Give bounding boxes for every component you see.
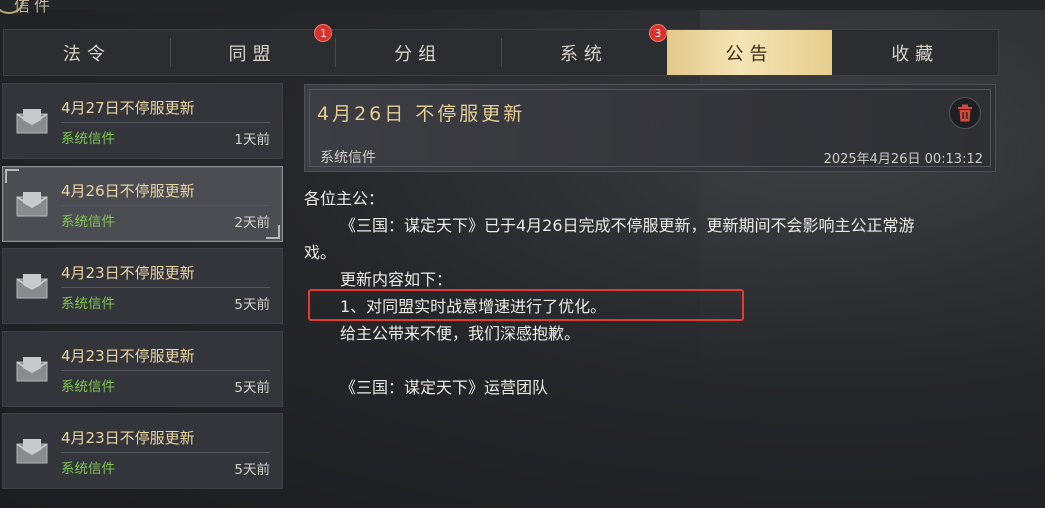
envelope-icon <box>16 274 48 299</box>
mail-sender: 系统信件 <box>61 213 115 230</box>
mail-time: 1天前 <box>234 132 270 148</box>
update-heading: 更新内容如下： <box>340 270 453 289</box>
envelope-icon <box>16 439 48 464</box>
mail-list: 4月27日不停服更新 系统信件 1天前 4月26日不停服更新 系统信件 2天前 … <box>2 83 283 496</box>
mail-list-item[interactable]: 4月27日不停服更新 系统信件 1天前 <box>2 83 283 159</box>
tab-label: 同盟 <box>228 43 277 65</box>
mail-sender: 系统信件 <box>61 131 115 147</box>
tab-system[interactable]: 系统 3 <box>501 24 667 75</box>
mail-list-item[interactable]: 4月26日不停服更新 系统信件 2天前 <box>2 165 283 242</box>
mail-body: 各位主公： 《三国：谋定天下》已于4月26日完成不停服更新，更新期间不会影响主公… <box>304 185 996 401</box>
signature: 《三国：谋定天下》运营团队 <box>340 378 549 397</box>
mail-title: 4月23日不停服更新 <box>61 346 195 365</box>
update-item: 1、对同盟实时战意增速进行了优化。 <box>340 297 607 316</box>
tab-announcement[interactable]: 公告 <box>666 30 833 75</box>
tab-decree[interactable]: 法令 <box>4 30 170 75</box>
delete-button[interactable] <box>949 97 981 129</box>
trash-icon <box>958 104 972 122</box>
mail-list-item[interactable]: 4月23日不停服更新 系统信件 5天前 <box>2 248 283 324</box>
mail-title: 4月27日不停服更新 <box>61 99 195 117</box>
mail-list-item[interactable]: 4月23日不停服更新 系统信件 5天前 <box>2 413 283 489</box>
greeting: 各位主公： <box>304 189 385 208</box>
mail-time: 5天前 <box>234 297 270 313</box>
mail-time: 5天前 <box>234 462 270 478</box>
mail-list-item[interactable]: 4月23日不停服更新 系统信件 5天前 <box>2 330 283 407</box>
title-bar: 信件 <box>0 0 1045 15</box>
window-title: 信件 <box>14 0 55 15</box>
envelope-icon <box>16 191 48 216</box>
divider <box>61 452 270 453</box>
mail-detail-header: 4月26日 不停服更新 系统信件 2025年4月26日 00:13:12 <box>304 84 996 172</box>
tab-label: 分组 <box>394 43 443 65</box>
tab-label: 法令 <box>62 43 111 65</box>
tab-label: 系统 <box>559 43 608 65</box>
unread-badge: 1 <box>314 24 333 42</box>
divider <box>61 369 270 371</box>
envelope-icon <box>16 109 48 134</box>
mail-time: 2天前 <box>234 214 270 231</box>
tab-label: 公告 <box>725 43 774 65</box>
mail-title: 4月26日不停服更新 <box>61 181 195 200</box>
divider <box>61 204 270 206</box>
mail-sender: 系统信件 <box>61 296 115 312</box>
mail-title: 4月23日不停服更新 <box>61 429 195 447</box>
detail-title: 4月26日 不停服更新 <box>317 103 526 125</box>
detail-date: 2025年4月26日 00:13:12 <box>823 152 983 167</box>
divider <box>61 287 270 288</box>
envelope-icon <box>16 356 48 381</box>
mail-time: 5天前 <box>234 379 270 396</box>
tab-favorites[interactable]: 收藏 <box>832 30 998 75</box>
tab-bar: 法令 同盟 1 分组 系统 3 公告 收藏 <box>3 24 999 76</box>
detail-sender: 系统信件 <box>320 150 376 166</box>
tab-alliance[interactable]: 同盟 1 <box>169 24 336 75</box>
mail-sender: 系统信件 <box>61 378 115 395</box>
mail-sender: 系统信件 <box>61 461 115 477</box>
body-paragraph: 《三国：谋定天下》已于4月26日完成不停服更新，更新期间不会影响主公正常游 <box>340 216 915 235</box>
unread-badge: 3 <box>648 24 667 42</box>
tab-label: 收藏 <box>891 43 940 65</box>
body-paragraph-continued: 戏。 <box>304 243 337 262</box>
divider <box>61 122 270 123</box>
apology-text: 给主公带来不便，我们深感抱歉。 <box>340 324 581 343</box>
mail-title: 4月23日不停服更新 <box>61 264 195 282</box>
tab-group[interactable]: 分组 <box>335 30 501 75</box>
